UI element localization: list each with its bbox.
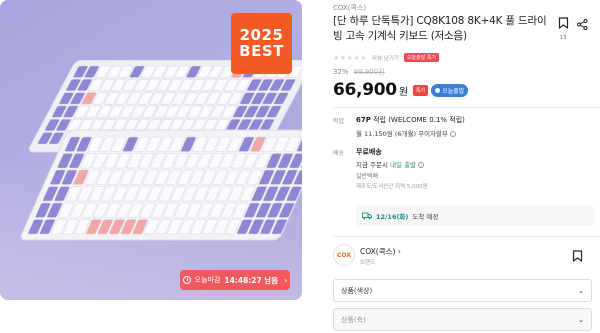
- timer-label: 오늘마감: [194, 276, 221, 284]
- today-badge-label: 오늘출발: [442, 87, 465, 95]
- option-color-label: 상품(색상): [341, 286, 373, 295]
- star-rating: ★★★★★: [333, 53, 367, 62]
- price-row: 66,900 원 특가 오늘출발: [333, 80, 469, 100]
- points-amount: 67P: [356, 116, 371, 124]
- wishlist-button[interactable]: 13: [555, 14, 571, 41]
- points-amount-line: 67P 적립 (WELCOME 0.1% 적립): [356, 115, 465, 125]
- dispatch-highlight: 내일 출발: [390, 161, 417, 169]
- bookmark-icon: [572, 250, 583, 262]
- rating-row: ★★★★★ 리뷰 남기기 오늘출발 특가: [333, 53, 440, 62]
- deal-timer-button[interactable]: 오늘마감 14:48:27 남음 ›: [180, 270, 290, 290]
- best-badge: 2025 BEST: [231, 13, 292, 74]
- discount-row: 32% 99,900원: [333, 67, 385, 77]
- arrival-estimate[interactable]: 12/16(화) 도착 예정: [356, 205, 594, 226]
- installment-info: 월 11,150원 (6개월) 무이자할부 i: [356, 128, 456, 138]
- info-icon[interactable]: i: [449, 131, 456, 137]
- shipping-title: 무료배송: [356, 148, 382, 156]
- points-suffix: 적립 (WELCOME 0.1% 적립): [370, 116, 465, 124]
- discount-rate: 32%: [333, 68, 349, 76]
- option-select-color[interactable]: 상품(색상) ⌄: [333, 279, 592, 302]
- special-badge: 특가: [413, 84, 429, 96]
- brand-sub: 브랜드: [360, 260, 376, 266]
- brand-card[interactable]: COX COX(콕스) › 브랜드: [333, 244, 600, 270]
- product-image[interactable]: 2025 BEST 오늘마감 14:48:27 남음 ›: [0, 0, 302, 300]
- option-select-switch[interactable]: 상품(축) ⌄: [333, 308, 592, 331]
- shipping-label: 배송: [333, 150, 345, 157]
- arrival-text: 도착 예정: [412, 212, 439, 221]
- share-icon: [577, 19, 588, 30]
- dispatch-prefix: 지금 주문시: [356, 161, 391, 169]
- truck-icon: [435, 87, 441, 93]
- chevron-right-icon: ›: [284, 275, 288, 285]
- chevron-down-icon: ⌄: [578, 286, 584, 295]
- original-price: 99,900원: [353, 68, 385, 76]
- brand-name[interactable]: COX(콕스) ›: [360, 246, 401, 257]
- installment-text: 월 11,150원 (6개월) 무이자할부: [356, 130, 448, 138]
- remote-area-fee: 제주도/도서산간 지역 5,000원: [356, 184, 428, 190]
- share-button[interactable]: [577, 15, 588, 34]
- sale-price: 66,900: [333, 80, 397, 100]
- divider: [333, 236, 600, 237]
- price-unit: 원: [398, 86, 409, 98]
- review-link[interactable]: 리뷰 남기기: [372, 54, 399, 62]
- divider: [333, 107, 600, 108]
- clock-icon: [182, 276, 191, 284]
- front-keyboard: [20, 129, 302, 241]
- truck-icon: [362, 212, 372, 219]
- brand-logo: COX: [333, 244, 355, 266]
- product-title: [단 하루 단독특가] CQ8K108 8K+4K 풀 드라이빙 고속 기계식 …: [333, 15, 547, 42]
- today-shipping-badge: 오늘출발: [431, 83, 469, 97]
- bookmark-icon: [558, 17, 568, 29]
- product-info-panel: COX(콕스) [단 하루 단독특가] CQ8K108 8K+4K 풀 드라이빙…: [333, 0, 600, 333]
- brand-bookmark-button[interactable]: [572, 247, 583, 266]
- timer-time: 14:48:27 남음: [224, 275, 279, 285]
- promo-tag: 오늘출발 특가: [403, 53, 440, 62]
- brand-link[interactable]: COX(콕스): [333, 3, 366, 13]
- arrival-date: 12/16(화): [376, 212, 409, 221]
- wishlist-count: 13: [559, 35, 567, 41]
- badge-text: BEST: [239, 41, 284, 60]
- carrier-type: 일반택배: [356, 173, 379, 180]
- dispatch-info: 지금 주문시 내일 출발 i: [356, 159, 425, 169]
- chevron-down-icon: ⌄: [578, 315, 584, 324]
- info-icon[interactable]: i: [418, 162, 425, 168]
- points-label: 적립: [333, 118, 345, 125]
- option-switch-label: 상품(축): [341, 315, 366, 324]
- keyboard-illustration: [20, 60, 302, 241]
